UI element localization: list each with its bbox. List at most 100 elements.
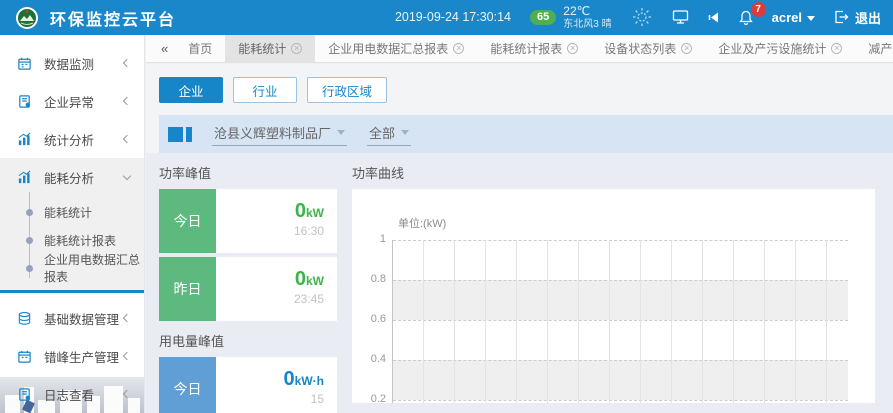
weather-text: 22℃ 东北风3 晴	[563, 4, 611, 30]
tab-close-icon[interactable]	[453, 43, 464, 54]
sidebar-item-energy-analysis[interactable]: 能耗分析	[0, 158, 144, 196]
calendar-icon	[17, 56, 34, 71]
user-menu[interactable]: acrel	[772, 10, 815, 25]
weather-widget: 65 22℃ 东北风3 晴	[530, 4, 612, 30]
filter-bar: 沧县义辉塑料制品厂 全部	[159, 115, 893, 153]
power-peak-today-card: 今日 0kW 16:30	[159, 189, 337, 253]
chart-band	[393, 280, 848, 320]
y-tick: 0.4	[355, 353, 386, 365]
tab-reduction-analysis[interactable]: 减产减排分析	[855, 35, 893, 63]
sidebar-item-label: 统计分析	[44, 130, 124, 149]
y-tick: 0.8	[355, 273, 386, 285]
tab-device-status-list[interactable]: 设备状态列表	[591, 35, 705, 63]
tab-label: 减产减排分析	[868, 40, 893, 57]
aqi-badge: 65	[530, 10, 556, 25]
card-unit: kW	[306, 206, 324, 220]
tab-close-icon[interactable]	[567, 43, 578, 54]
logout-button[interactable]: 退出	[834, 8, 881, 27]
chart-band	[393, 320, 848, 360]
sidebar-item-basic-data-management[interactable]: 基础数据管理	[0, 299, 144, 337]
caret-down-icon	[807, 16, 815, 21]
bar-chart-icon	[17, 170, 34, 185]
sidebar-item-label: 错峰生产管理	[44, 347, 124, 366]
sidebar-subitem-energy-statistics-report[interactable]: 能耗统计报表	[0, 226, 144, 254]
card-body: 0kW 23:45	[216, 257, 337, 321]
card-value: 0	[295, 200, 306, 222]
card-value: 0	[284, 368, 295, 390]
tab-close-icon[interactable]	[681, 43, 692, 54]
sidebar-item-label: 日志查看	[44, 385, 124, 404]
tab-bar: « 首页 能耗统计 企业用电数据汇总报表 能耗统计报表 设备状态列表 企业及产污…	[146, 35, 893, 63]
view-button-region[interactable]: 行政区域	[307, 77, 387, 103]
sidebar-item-label: 基础数据管理	[44, 309, 124, 328]
tab-close-icon[interactable]	[291, 43, 302, 54]
power-curve-chart: 单位:(kW) 1 0.8 0.6 0.4 0.2	[352, 189, 875, 403]
tab-close-icon[interactable]	[831, 43, 842, 54]
sidebar: 数据监测 企业异常 统	[0, 35, 145, 413]
view-button-enterprise[interactable]: 企业	[159, 77, 223, 103]
scope-select[interactable]: 全部	[367, 123, 411, 146]
main-content: 企业 行业 行政区域 沧县义辉塑料制品厂 全部 功率峰值 今日	[146, 64, 893, 413]
sidebar-item-statistical-analysis[interactable]: 统计分析	[0, 120, 144, 158]
tab-enterprise-power-summary-report[interactable]: 企业用电数据汇总报表	[315, 35, 477, 63]
chart-band	[393, 360, 848, 400]
tab-label: 首页	[188, 40, 212, 57]
card-period-label: 昨日	[159, 257, 216, 321]
chevron-collapsed-icon	[123, 135, 131, 143]
stats-column: 功率峰值 今日 0kW 16:30 昨日 0kW	[159, 153, 337, 413]
dashboard-area: 功率峰值 今日 0kW 16:30 昨日 0kW	[146, 153, 893, 413]
sidebar-item-enterprise-anomaly[interactable]: 企业异常	[0, 82, 144, 120]
energy-peak-today-card: 今日 0kW·h 15	[159, 357, 337, 413]
sound-icon[interactable]	[708, 11, 720, 24]
log-icon	[17, 387, 34, 402]
chevron-collapsed-icon	[123, 390, 131, 398]
collapse-tabs-icon[interactable]: «	[154, 41, 175, 56]
power-curve-section: 功率曲线 单位:(kW) 1 0.8 0.6 0.4 0.2	[352, 153, 875, 413]
bar-chart-icon	[17, 132, 34, 147]
card-period-label: 今日	[159, 189, 216, 253]
sidebar-submenu: 能耗统计 能耗统计报表 企业用电数据汇总报表	[0, 196, 144, 290]
username-text: acrel	[772, 10, 802, 25]
energy-peak-title: 用电量峰值	[159, 331, 337, 350]
top-header: 环保监控云平台 2019-09-24 17:30:14 65 22℃ 东北风3 …	[0, 0, 893, 35]
tab-home[interactable]: 首页	[175, 35, 225, 63]
tab-label: 设备状态列表	[604, 40, 676, 57]
datetime-text: 2019-09-24 17:30:14	[395, 10, 511, 24]
logout-label: 退出	[855, 8, 881, 27]
view-button-industry[interactable]: 行业	[233, 77, 297, 103]
report-icon	[17, 94, 34, 109]
monitor-icon[interactable]	[672, 9, 689, 25]
sidebar-subitem-energy-statistics[interactable]: 能耗统计	[0, 198, 144, 226]
power-peak-yesterday-card: 昨日 0kW 23:45	[159, 257, 337, 321]
sidebar-item-off-peak-production[interactable]: 错峰生产管理	[0, 337, 144, 375]
chart-band	[393, 400, 848, 403]
logo-icon	[14, 5, 40, 31]
y-tick: 0.6	[355, 313, 386, 325]
header-right-group: 2019-09-24 17:30:14 65 22℃ 东北风3 晴	[395, 4, 881, 30]
tab-energy-statistics[interactable]: 能耗统计	[225, 35, 315, 63]
card-time: 23:45	[216, 292, 324, 306]
tab-enterprise-pollution-facility-stats[interactable]: 企业及产污设施统计	[705, 35, 855, 63]
tab-energy-statistics-report[interactable]: 能耗统计报表	[477, 35, 591, 63]
calendar-icon	[17, 349, 34, 364]
filter-decoration	[168, 127, 192, 142]
chevron-expanded-icon	[123, 171, 131, 179]
chart-plot-area: 1 0.8 0.6 0.4 0.2	[392, 240, 848, 403]
tab-label: 企业用电数据汇总报表	[328, 40, 448, 57]
alarm-count-badge[interactable]: 7	[751, 2, 766, 17]
y-tick: 0.2	[355, 393, 386, 403]
chevron-collapsed-icon	[123, 314, 131, 322]
card-unit: kW	[306, 274, 324, 288]
sidebar-item-data-monitoring[interactable]: 数据监测	[0, 44, 144, 82]
database-icon	[17, 311, 34, 326]
chevron-collapsed-icon	[123, 59, 131, 67]
card-body: 0kW 16:30	[216, 189, 337, 253]
company-select[interactable]: 沧县义辉塑料制品厂	[212, 123, 347, 146]
app-window: 环保监控云平台 2019-09-24 17:30:14 65 22℃ 东北风3 …	[0, 0, 893, 413]
bell-icon[interactable]: 7	[739, 10, 753, 25]
sidebar-item-log-view[interactable]: 日志查看	[0, 375, 144, 413]
chevron-collapsed-icon	[123, 97, 131, 105]
dropdown-arrow-icon	[401, 130, 409, 135]
card-body: 0kW·h 15	[216, 357, 337, 413]
sidebar-subitem-enterprise-power-summary-report[interactable]: 企业用电数据汇总报表	[0, 254, 144, 282]
